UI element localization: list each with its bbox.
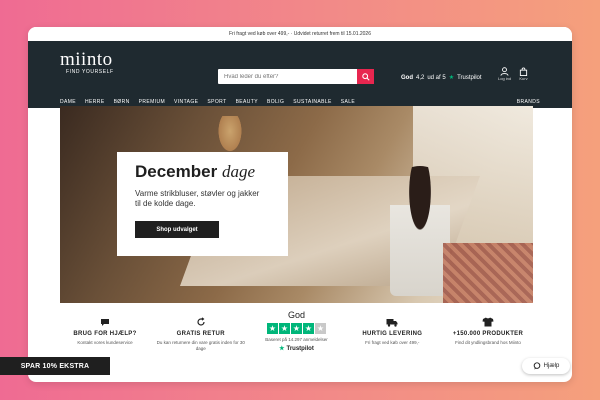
help-chat-button[interactable]: Hjælp <box>522 358 570 374</box>
trustpilot-widget[interactable]: God ★ ★ ★ ★ ★ Baseret på 14.297 anmeldel… <box>252 310 342 352</box>
usp-shipping-title: HURTIG LEVERING <box>362 331 423 337</box>
bag-icon <box>519 67 528 76</box>
spar-10-badge[interactable]: SPAR 10% EKSTRA <box>0 357 110 375</box>
nav-item-born[interactable]: BØRN <box>114 99 130 105</box>
usp-products-title: +150.000 PRODUKTER <box>452 331 524 337</box>
trustpilot-brand-label: Trustpilot <box>286 345 314 352</box>
hero-title-strong: December <box>135 162 218 181</box>
search-input[interactable] <box>218 69 357 84</box>
miinto-logo[interactable]: miinto <box>60 50 113 69</box>
nav-item-beauty[interactable]: BEAUTY <box>236 99 258 105</box>
usp-products-desc: Find dit yndlingsbrand hos Miinto <box>455 340 521 345</box>
nav-item-sport[interactable]: SPORT <box>207 99 226 105</box>
usp-shipping-desc: Fri fragt ved køb over 499,- <box>365 340 420 345</box>
trustpilot-brand: ★ Trustpilot <box>279 345 314 353</box>
nav-item-herre[interactable]: HERRE <box>85 99 105 105</box>
search-icon <box>361 72 370 81</box>
hero-banner[interactable]: December dage Varme strikbluser, støvler… <box>60 106 533 303</box>
trustpilot-star-icon: ★ <box>279 346 285 352</box>
shop-now-button[interactable]: Shop udvalget <box>135 221 219 238</box>
chat-bubble-icon <box>533 362 540 370</box>
usp-help-title: BRUG FOR HJÆLP? <box>73 331 137 337</box>
rating-label: God <box>401 74 413 81</box>
hero-promo-card: December dage Varme strikbluser, støvler… <box>117 152 288 256</box>
shopping-bag-button[interactable]: Kurv <box>519 67 528 81</box>
truck-icon <box>386 316 398 328</box>
user-icon <box>500 67 509 76</box>
hero-title-italic: dage <box>221 162 255 181</box>
site-header: miinto FIND YOURSELF God 4,2 ud af 5 ★ T… <box>28 41 572 108</box>
main-navigation: DAME HERRE BØRN PREMIUM VINTAGE SPORT BE… <box>60 99 540 105</box>
bag-label: Kurv <box>519 76 528 81</box>
chat-icon <box>100 316 110 328</box>
announcement-bar: Fri fragt ved køb over 499,- · Udvidet r… <box>28 27 572 41</box>
trustpilot-star-icon: ★ <box>448 75 455 81</box>
rating-score: 4,2 <box>416 74 425 81</box>
browser-window: Fri fragt ved køb over 499,- · Udvidet r… <box>28 27 572 382</box>
nav-item-vintage[interactable]: VINTAGE <box>174 99 198 105</box>
search-bar <box>218 69 374 84</box>
user-label: Log ind <box>498 76 512 81</box>
hero-title: December dage <box>135 162 270 182</box>
trustpilot-stars: ★ ★ ★ ★ ★ <box>267 323 326 334</box>
usp-help[interactable]: BRUG FOR HJÆLP? Kontakt vores kundeservi… <box>60 310 150 346</box>
usp-returns-desc: Du kan returnere din vare gratis inden f… <box>156 340 245 351</box>
search-button[interactable] <box>357 69 374 84</box>
logo-tagline: FIND YOURSELF <box>66 69 114 75</box>
star-icon: ★ <box>291 323 302 334</box>
trustpilot-god: God <box>287 310 305 320</box>
usp-products[interactable]: +150.000 PRODUKTER Find dit yndlingsbran… <box>443 310 533 346</box>
nav-item-sustainable[interactable]: SUSTAINABLE <box>293 99 332 105</box>
nav-item-dame[interactable]: DAME <box>60 99 76 105</box>
hero-image-person <box>390 166 450 296</box>
trustpilot-text: Baseret på 14.297 anmeldelser <box>265 337 328 342</box>
nav-item-sale[interactable]: SALE <box>341 99 355 105</box>
tshirt-icon <box>482 316 494 328</box>
star-icon: ★ <box>279 323 290 334</box>
rating-out-of: ud af 5 <box>427 74 446 81</box>
nav-item-bolig[interactable]: BOLIG <box>267 99 284 105</box>
nav-item-premium[interactable]: PREMIUM <box>139 99 165 105</box>
usp-help-desc: Kontakt vores kundeservice <box>77 340 133 345</box>
header-rating[interactable]: God 4,2 ud af 5 ★ Trustpilot <box>401 74 482 82</box>
rating-trustpilot: Trustpilot <box>457 74 482 81</box>
usp-shipping[interactable]: HURTIG LEVERING Fri fragt ved køb over 4… <box>347 310 437 346</box>
announcement-text: Fri fragt ved køb over 499,- · Udvidet r… <box>228 31 371 37</box>
usp-returns[interactable]: GRATIS RETUR Du kan returnere din vare g… <box>156 310 246 352</box>
nav-item-brands[interactable]: BRANDS <box>517 99 540 105</box>
user-account-button[interactable]: Log ind <box>498 67 511 81</box>
help-label: Hjælp <box>543 363 560 369</box>
return-arrows-icon <box>196 316 206 328</box>
hero-subtitle: Varme strikbluser, støvler og jakker til… <box>135 189 260 208</box>
usp-strip: BRUG FOR HJÆLP? Kontakt vores kundeservi… <box>60 310 533 370</box>
star-icon: ★ <box>303 323 314 334</box>
star-icon: ★ <box>315 323 326 334</box>
usp-returns-title: GRATIS RETUR <box>176 331 225 337</box>
hero-image-rug <box>443 243 533 303</box>
star-icon: ★ <box>267 323 278 334</box>
